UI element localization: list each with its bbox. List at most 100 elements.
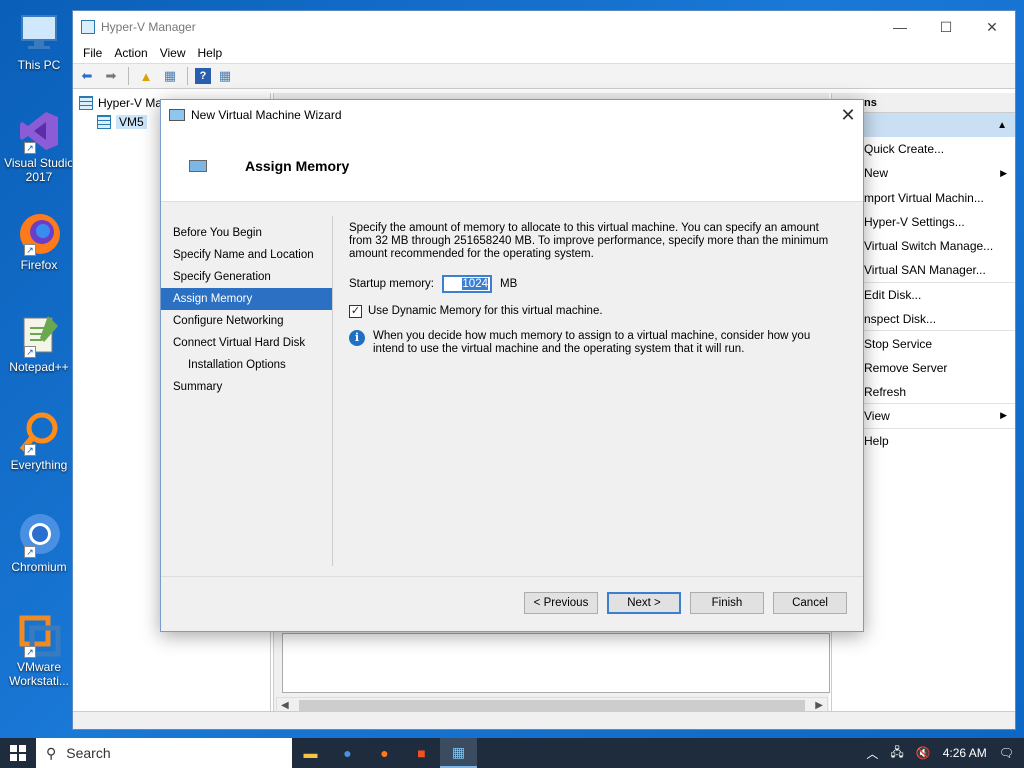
- help-icon[interactable]: ?: [195, 68, 211, 84]
- taskbar-search-box[interactable]: ⚲ Search: [36, 738, 292, 768]
- scroll-left-icon[interactable]: ◀: [281, 700, 289, 711]
- step-before-you-begin[interactable]: Before You Begin: [161, 222, 332, 244]
- menu-file[interactable]: File: [77, 46, 108, 60]
- cancel-button[interactable]: Cancel: [773, 592, 847, 614]
- wizard-window-icon: [169, 109, 185, 121]
- wizard-steps-nav: Before You Begin Specify Name and Locati…: [161, 216, 333, 566]
- desktop-icon-chromium[interactable]: ↗ Chromium: [4, 512, 74, 574]
- previous-button[interactable]: < Previous: [524, 592, 598, 614]
- action-label: Help: [864, 433, 889, 448]
- shortcut-arrow-icon: ↗: [24, 244, 36, 256]
- toolbar-separator: [187, 67, 188, 85]
- computer-icon: [16, 10, 62, 56]
- shortcut-arrow-icon: ↗: [24, 444, 36, 456]
- volume-muted-icon[interactable]: 🔇: [916, 746, 931, 760]
- new-vm-wizard-dialog: New Virtual Machine Wizard ✕ Assign Memo…: [160, 99, 864, 632]
- action-label: Virtual Switch Manage...: [864, 239, 994, 254]
- wizard-title-bar[interactable]: New Virtual Machine Wizard ✕: [161, 100, 863, 130]
- dynamic-memory-checkbox[interactable]: ✓: [349, 305, 362, 318]
- clock[interactable]: 4:26 AM: [943, 746, 987, 760]
- menu-help[interactable]: Help: [192, 46, 229, 60]
- forward-icon[interactable]: ➡: [101, 66, 121, 86]
- scrollbar-thumb[interactable]: [298, 700, 806, 711]
- tray-overflow-chevron-icon[interactable]: ︿: [866, 745, 878, 762]
- taskbar-chromium[interactable]: ●: [329, 738, 366, 768]
- finish-button[interactable]: Finish: [690, 592, 764, 614]
- submenu-arrow-icon: ▶: [1000, 410, 1007, 421]
- menu-view[interactable]: View: [154, 46, 192, 60]
- desktop-icon-firefox[interactable]: ↗ Firefox: [4, 210, 74, 272]
- desktop-icon-visual-studio[interactable]: ↗ Visual Studio 2017: [4, 108, 74, 184]
- tree-item-label: Hyper-V Ma: [98, 95, 163, 110]
- windows-logo-icon: [10, 745, 26, 761]
- show-hide-tree-icon[interactable]: ▦: [160, 66, 180, 86]
- menu-bar: File Action View Help: [73, 43, 1015, 63]
- startup-memory-input[interactable]: 1024: [442, 275, 492, 293]
- details-panel: [282, 633, 830, 693]
- submenu-arrow-icon: ▶: [1000, 167, 1007, 178]
- firefox-icon: ↗: [16, 210, 62, 256]
- hyper-v-icon: ▦: [451, 743, 466, 760]
- minimize-button[interactable]: —: [877, 11, 923, 43]
- taskbar-firefox[interactable]: ●: [366, 738, 403, 768]
- step-connect-virtual-hard-disk[interactable]: Connect Virtual Hard Disk: [161, 332, 332, 354]
- step-configure-networking[interactable]: Configure Networking: [161, 310, 332, 332]
- step-specify-generation[interactable]: Specify Generation: [161, 266, 332, 288]
- toolbar: ⬅ ➡ ▲ ▦ ? ▦: [73, 63, 1015, 89]
- desktop-icon-label: Firefox: [20, 258, 58, 272]
- wizard-content: Specify the amount of memory to allocate…: [349, 222, 839, 356]
- taskbar: ⚲ Search ▬ ● ● ■ ▦ ︿ 🖧 🔇 4:26 AM 🗨: [0, 738, 1024, 768]
- store-icon: ■: [417, 745, 426, 761]
- search-icon: ⚲: [46, 744, 57, 761]
- taskbar-hyper-v-manager[interactable]: ▦: [440, 738, 477, 768]
- taskbar-store[interactable]: ■: [403, 738, 440, 768]
- desktop-icon-label: Notepad++: [9, 360, 69, 374]
- action-label: Edit Disk...: [864, 287, 922, 302]
- desktop-icon-label: Chromium: [11, 560, 67, 574]
- chromium-icon: ↗: [16, 512, 62, 558]
- close-button[interactable]: ✕: [969, 11, 1015, 43]
- desktop-icon-this-pc[interactable]: This PC: [4, 10, 74, 72]
- scroll-right-icon[interactable]: ▶: [815, 700, 823, 711]
- system-tray: ︿ 🖧 🔇 4:26 AM 🗨: [866, 743, 1024, 764]
- startup-memory-unit: MB: [500, 277, 518, 290]
- info-icon: i: [349, 330, 365, 346]
- notifications-icon[interactable]: 🗨: [999, 746, 1014, 760]
- action-label: Stop Service: [864, 336, 933, 351]
- next-button[interactable]: Next >: [607, 592, 681, 614]
- step-summary[interactable]: Summary: [161, 376, 332, 398]
- taskbar-file-explorer[interactable]: ▬: [292, 738, 329, 768]
- back-icon[interactable]: ⬅: [77, 66, 97, 86]
- tree-item-label: VM5: [116, 114, 147, 129]
- desktop-icon-label: VMware Workstati...: [9, 660, 69, 688]
- desktop-icon-everything[interactable]: ↗ Everything: [4, 410, 74, 472]
- action-label: Quick Create...: [864, 142, 945, 157]
- action-label: nspect Disk...: [864, 311, 937, 326]
- collapse-icon[interactable]: ▲: [997, 120, 1007, 131]
- title-bar[interactable]: Hyper-V Manager — ☐ ✕: [73, 11, 1015, 43]
- step-assign-memory[interactable]: Assign Memory: [161, 288, 332, 310]
- page-title: Assign Memory: [245, 157, 350, 174]
- folder-icon: ▬: [303, 745, 318, 761]
- desktop-icon-notepad-plus[interactable]: ↗ Notepad++: [4, 312, 74, 374]
- start-button[interactable]: [0, 738, 36, 768]
- step-installation-options[interactable]: Installation Options: [161, 354, 332, 376]
- network-icon[interactable]: 🖧: [890, 743, 903, 764]
- maximize-button[interactable]: ☐: [923, 11, 969, 43]
- wizard-buttons: < Previous Next > Finish Cancel: [524, 592, 847, 614]
- wizard-close-button[interactable]: ✕: [833, 105, 863, 126]
- desktop-icon-label: This PC: [17, 58, 61, 72]
- status-bar: [73, 711, 1015, 729]
- memory-description: Specify the amount of memory to allocate…: [349, 222, 829, 260]
- window-title: Hyper-V Manager: [101, 20, 196, 34]
- toolbar-separator: [128, 67, 129, 85]
- hyper-v-manager-icon: [79, 95, 93, 110]
- dynamic-memory-label[interactable]: Use Dynamic Memory for this virtual mach…: [368, 305, 603, 318]
- menu-action[interactable]: Action: [108, 46, 153, 60]
- show-hide-action-pane-icon[interactable]: ▦: [215, 66, 235, 86]
- step-specify-name-location[interactable]: Specify Name and Location: [161, 244, 332, 266]
- server-icon: [97, 114, 111, 129]
- wizard-title: New Virtual Machine Wizard: [191, 108, 342, 122]
- up-folder-icon[interactable]: ▲: [136, 66, 156, 86]
- desktop-icon-vmware[interactable]: ↗ VMware Workstati...: [4, 612, 74, 688]
